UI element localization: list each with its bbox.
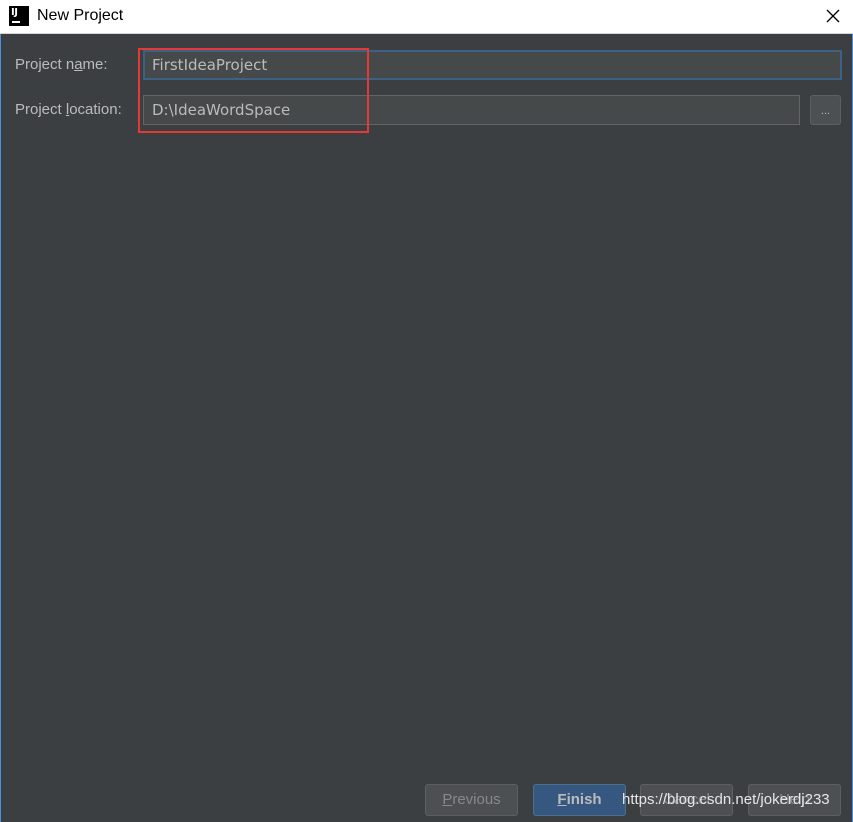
app-icon-text: IJ	[11, 7, 18, 18]
browse-button[interactable]: ...	[810, 95, 841, 125]
close-button[interactable]	[821, 4, 845, 28]
intellij-idea-icon: IJ	[9, 6, 29, 26]
project-name-field[interactable]: FirstIdeaProject	[143, 50, 842, 80]
window-title: New Project	[37, 7, 124, 24]
close-icon	[826, 9, 840, 23]
project-location-field[interactable]: D:\IdeaWordSpace	[143, 95, 800, 125]
project-location-label: Project location:	[15, 101, 122, 118]
dialog-body	[0, 34, 853, 822]
previous-button[interactable]: Previous	[425, 784, 518, 816]
watermark-text: https://blog.csdn.net/jokerdj233	[622, 791, 830, 808]
project-name-label: Project name:	[15, 56, 108, 73]
finish-button[interactable]: Finish	[533, 784, 626, 816]
title-bar: IJ New Project	[0, 0, 853, 34]
